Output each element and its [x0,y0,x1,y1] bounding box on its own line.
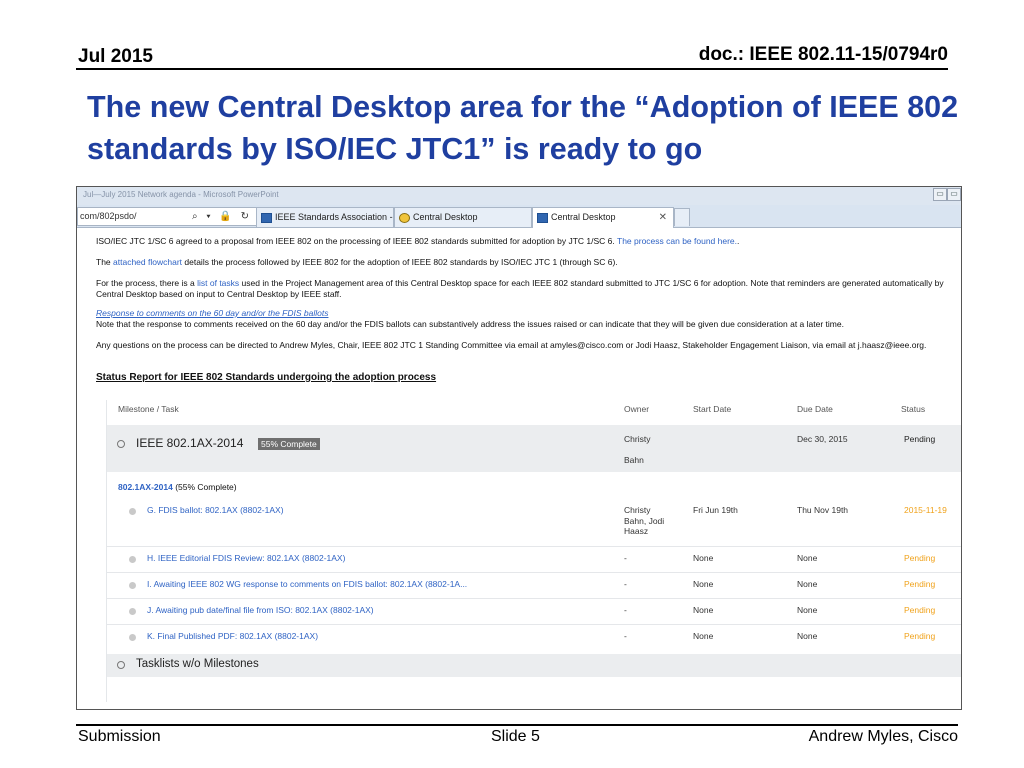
tasklists-toggle-icon[interactable] [117,661,125,669]
address-bar[interactable]: com/802psdo/ ⌕ ▾ 🔒 ↻ [77,207,257,226]
task-status: Pending [904,579,936,589]
response-paragraph: Response to comments on the 60 day and/o… [96,308,946,329]
footer-slide-number: Slide 5 [491,728,540,745]
task-due: None [797,553,818,563]
milestone-link[interactable]: 802.1AX-2014 [118,482,173,492]
ieee-favicon-icon [537,212,548,223]
tasklists-row[interactable]: Tasklists w/o Milestones [107,654,961,677]
task-owner: - [624,579,627,589]
milestone-owner: Christy Bahn [624,434,651,465]
milestone-status: Pending [904,434,936,444]
task-due: None [797,579,818,589]
maximize-window-icon[interactable]: ▭ [947,188,961,201]
task-status: Pending [904,605,936,615]
task-status-dot-icon [129,508,136,515]
milestone-progress-text: (55% Complete) [175,482,237,492]
table-row[interactable]: K. Final Published PDF: 802.1AX (8802-1A… [107,625,961,650]
col-header-task: Milestone / Task [118,404,179,414]
tab-label: IEEE Standards Association - D... [275,212,393,222]
col-header-start: Start Date [693,404,732,414]
table-row[interactable]: G. FDIS ballot: 802.1AX (8802-1AX) Chris… [107,500,961,547]
new-tab-button[interactable] [674,208,690,226]
task-status: 2015-11-19 [904,505,947,515]
footer-author: Andrew Myles, Cisco [808,728,958,745]
page-content: ISO/IEC JTC 1/SC 6 agreed to a proposal … [77,228,961,709]
task-start: None [693,553,714,563]
milestone-row[interactable]: IEEE 802.1AX-2014 55% Complete Christy Ba… [107,425,961,472]
flowchart-text: details the process followed by IEEE 802… [184,257,618,267]
tasks-paragraph: For the process, there is a list of task… [96,278,946,299]
ie-favicon-icon [399,212,410,223]
tab-central-desktop-1[interactable]: Central Desktop [394,207,532,227]
task-status: Pending [904,553,936,563]
task-owner: Christy Bahn, Jodi Haasz [624,505,665,536]
task-link[interactable]: K. Final Published PDF: 802.1AX (8802-1A… [147,631,318,641]
header-divider [76,68,948,70]
task-start: None [693,631,714,641]
task-status: Pending [904,631,936,641]
restore-window-icon[interactable]: ▭ [933,188,947,201]
tasklists-label[interactable]: Tasklists w/o Milestones [136,658,259,670]
browser-screenshot: Jul—July 2015 Network agenda - Microsoft… [76,186,962,710]
progress-badge: 55% Complete [258,438,320,450]
footer-submission: Submission [78,728,161,745]
list-of-tasks-link[interactable]: list of tasks [197,278,239,288]
task-status-dot-icon [129,556,136,563]
window-caption: Jul—July 2015 Network agenda - Microsoft… [83,190,279,199]
task-owner: - [624,631,627,641]
milestone-name[interactable]: IEEE 802.1AX-2014 [136,436,243,450]
browser-toolbar: com/802psdo/ ⌕ ▾ 🔒 ↻ IEEE Standards Asso… [77,205,961,228]
task-table: Milestone / Task Owner Start Date Due Da… [106,400,961,702]
flowchart-paragraph: The attached flowchart details the proce… [96,257,946,268]
task-start: None [693,579,714,589]
task-status-dot-icon [129,582,136,589]
header-date: Jul 2015 [78,46,153,67]
task-link[interactable]: I. Awaiting IEEE 802 WG response to comm… [147,579,467,589]
task-link[interactable]: G. FDIS ballot: 802.1AX (8802-1AX) [147,505,284,515]
status-report-heading: Status Report for IEEE 802 Standards und… [96,372,437,383]
tasks-pre: For the process, there is a [96,278,195,288]
intro-text: ISO/IEC JTC 1/SC 6 agreed to a proposal … [96,236,615,246]
milestone-toggle-icon[interactable] [117,440,125,448]
task-link[interactable]: J. Awaiting pub date/final file from ISO… [147,605,374,615]
address-bar-icons[interactable]: ⌕ ▾ 🔒 ↻ [192,208,252,225]
flowchart-link[interactable]: attached flowchart [113,257,182,267]
flowchart-pre: The [96,257,111,267]
process-link[interactable]: The process can be found here. [617,236,737,246]
table-row[interactable]: I. Awaiting IEEE 802 WG response to comm… [107,573,961,599]
task-owner: - [624,605,627,615]
close-tab-icon[interactable]: ✕ [659,208,667,227]
header-doc-id: doc.: IEEE 802.11-15/0794r0 [698,44,948,65]
task-due: None [797,631,818,641]
footer-divider [76,724,958,726]
task-link[interactable]: H. IEEE Editorial FDIS Review: 802.1AX (… [147,553,345,563]
browser-title-bar: Jul—July 2015 Network agenda - Microsoft… [77,187,961,205]
task-due: None [797,605,818,615]
milestone-subheading: 802.1AX-2014 (55% Complete) [118,482,237,492]
slide-title: The new Central Desktop area for the “Ad… [87,90,959,166]
tab-label: Central Desktop [551,212,616,222]
col-header-due: Due Date [797,404,833,414]
table-row[interactable]: H. IEEE Editorial FDIS Review: 802.1AX (… [107,547,961,573]
ieee-favicon-icon [261,212,272,223]
task-start: None [693,605,714,615]
col-header-status: Status [901,404,926,414]
tab-ieee-standards[interactable]: IEEE Standards Association - D... [256,207,394,227]
intro-end: . [737,236,740,246]
task-due: Thu Nov 19th [797,505,849,515]
response-to-comments-link[interactable]: Response to comments on the 60 day and/o… [96,308,328,318]
milestone-due: Dec 30, 2015 [797,434,848,444]
tab-label: Central Desktop [413,212,478,222]
task-owner: - [624,553,627,563]
task-start: Fri Jun 19th [693,505,738,515]
address-url: com/802psdo/ [80,211,137,221]
table-row[interactable]: J. Awaiting pub date/final file from ISO… [107,599,961,625]
task-status-dot-icon [129,608,136,615]
tab-central-desktop-active[interactable]: Central Desktop ✕ [532,207,674,228]
response-text: Note that the response to comments recei… [96,318,844,329]
task-status-dot-icon [129,634,136,641]
intro-paragraph: ISO/IEC JTC 1/SC 6 agreed to a proposal … [96,236,946,247]
col-header-owner: Owner [624,404,650,414]
questions-paragraph: Any questions on the process can be dire… [96,340,927,350]
